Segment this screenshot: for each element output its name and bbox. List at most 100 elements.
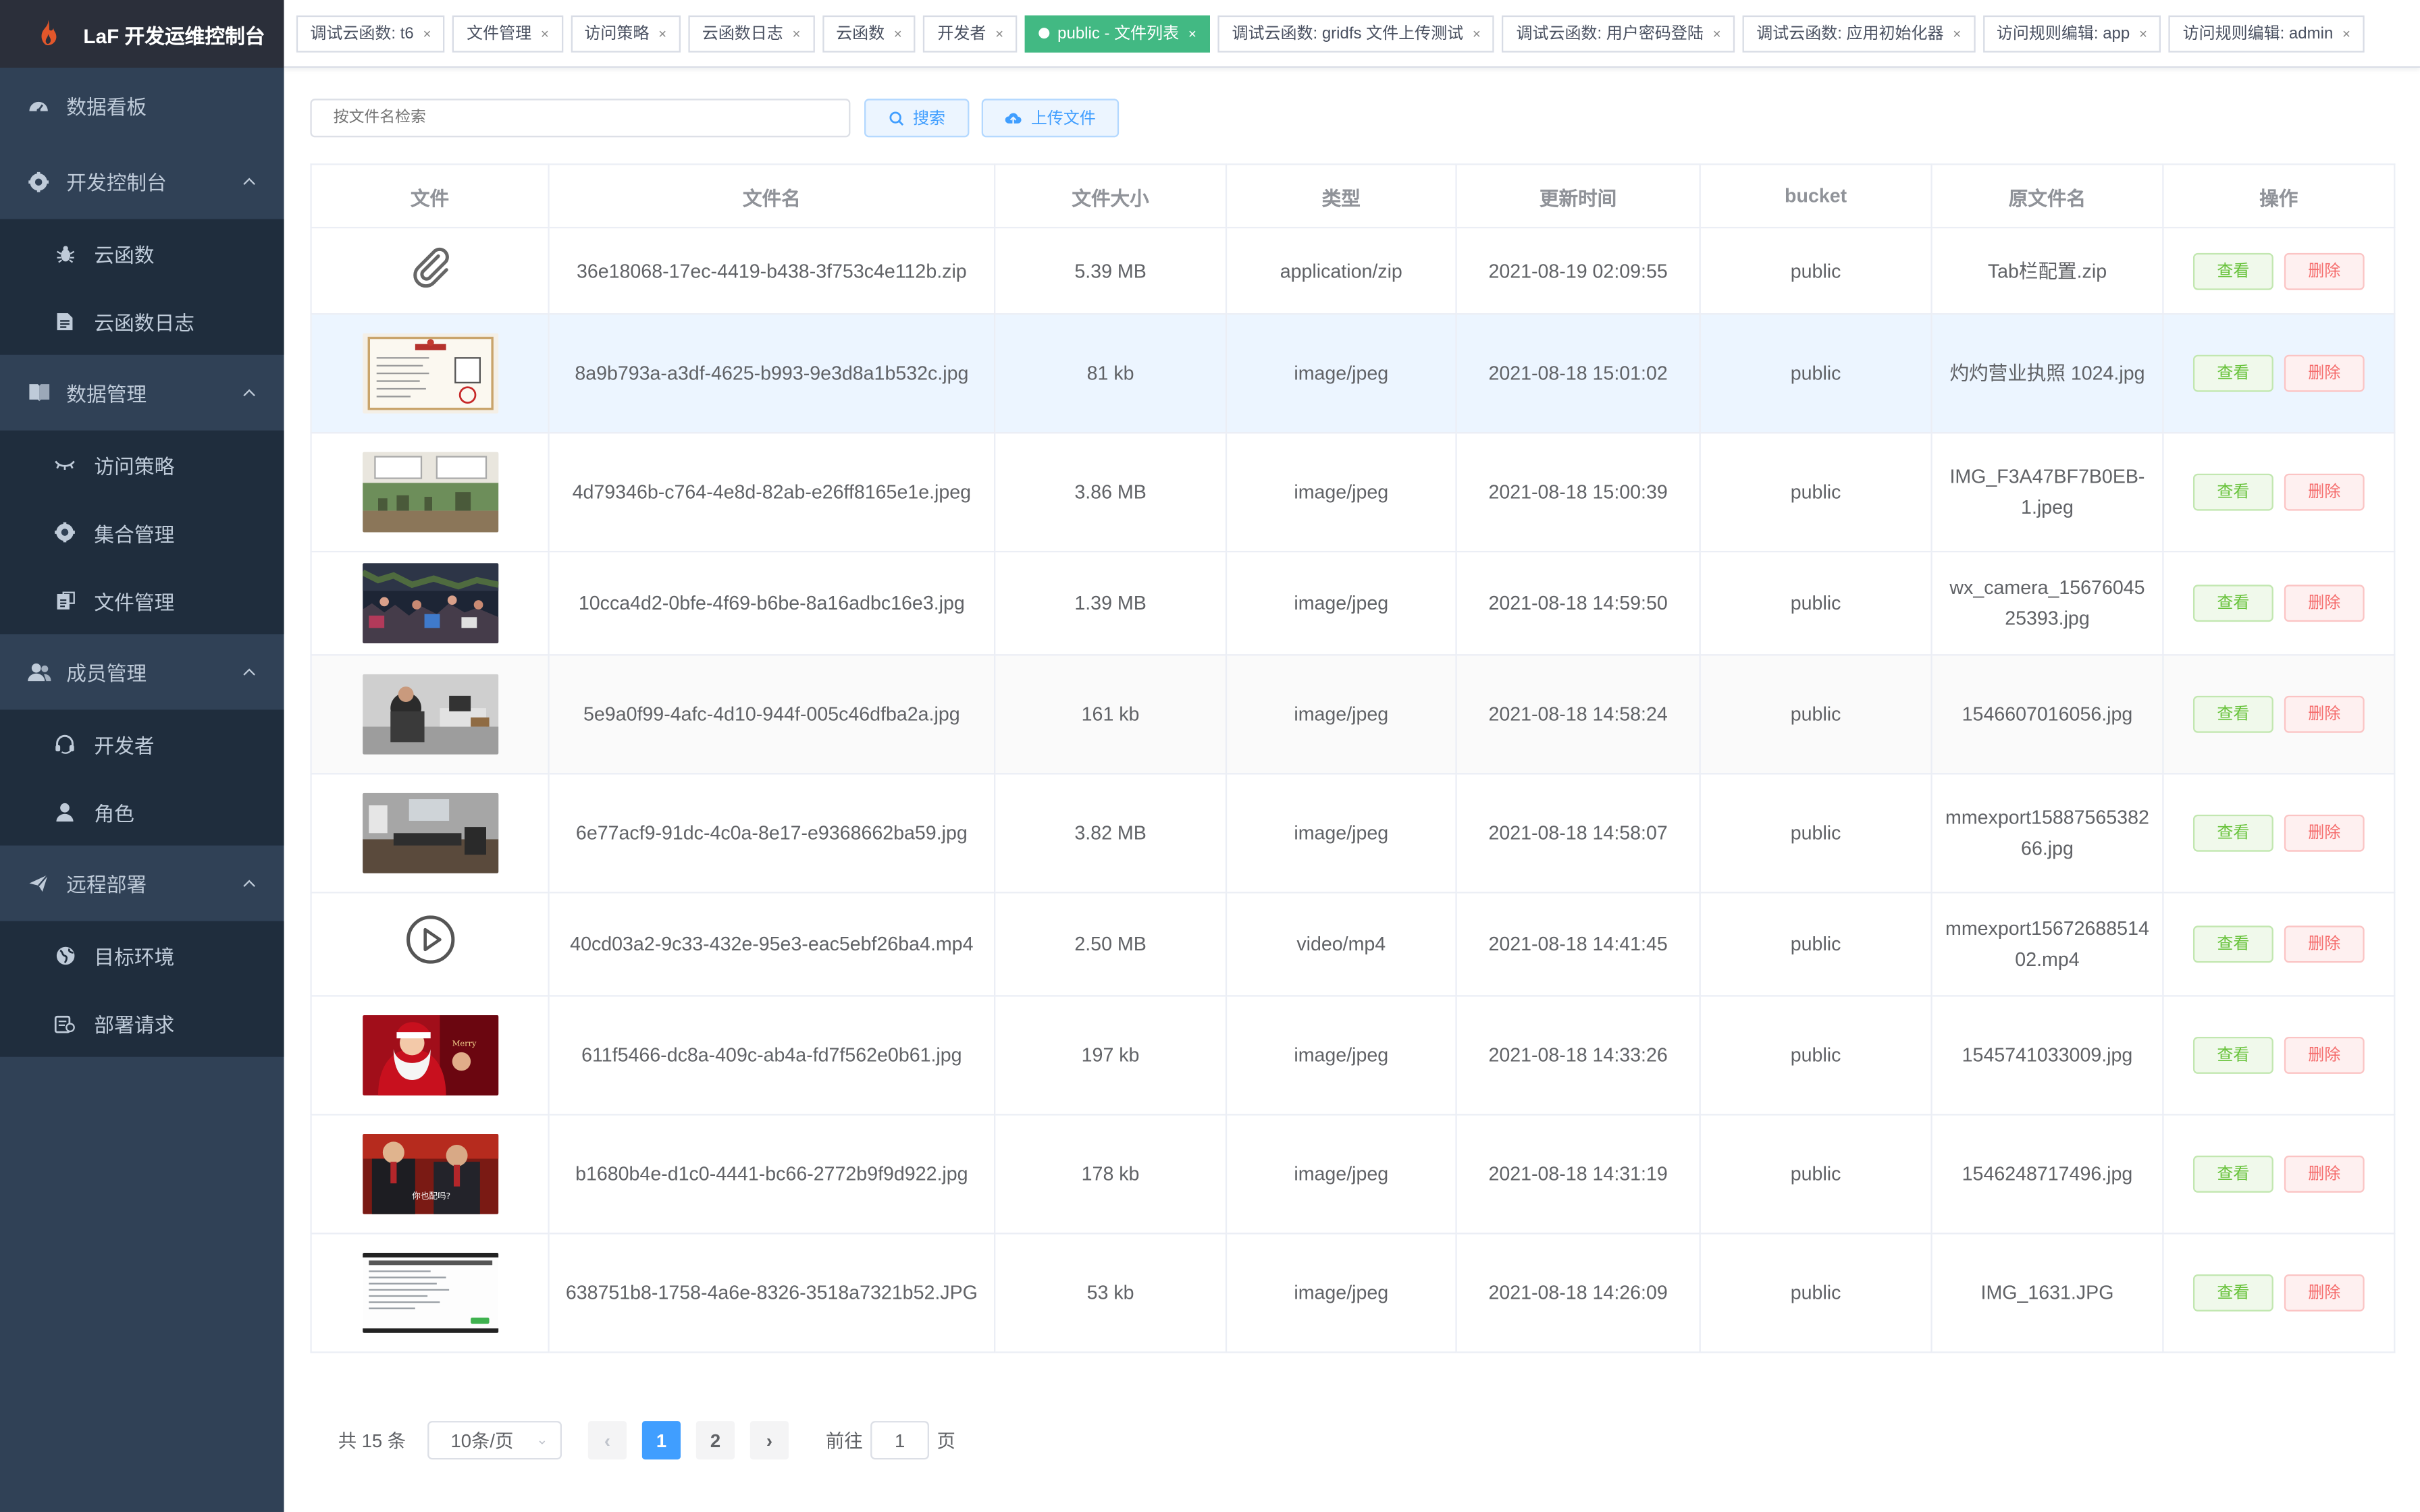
close-icon[interactable]: × [541, 15, 549, 52]
original-name-cell: IMG_F3A47BF7B0EB-1.jpeg [1930, 431, 2164, 553]
close-icon[interactable]: × [894, 15, 902, 52]
app-root: LaF 开发运维控制台 数据看板开发控制台 云函数 云函数日志数据管理访问策略 集合管… [0, 0, 2420, 1512]
submenu-item-3-0[interactable]: 开发者 [0, 709, 284, 778]
image-thumbnail[interactable] [318, 563, 542, 644]
tab-5[interactable]: 开发者 × [923, 14, 1018, 52]
image-thumbnail[interactable] [318, 792, 542, 873]
file-preview-cell [310, 431, 550, 553]
close-icon[interactable]: × [2342, 15, 2350, 52]
delete-button[interactable]: 删除 [2284, 1155, 2365, 1193]
close-icon[interactable]: × [1713, 15, 1721, 52]
delete-button[interactable]: 删除 [2284, 252, 2365, 290]
original-name-cell: 1545741033009.jpg [1930, 995, 2164, 1116]
view-button[interactable]: 查看 [2192, 354, 2273, 392]
tab-label: public - 文件列表 [1057, 24, 1180, 43]
tab-0[interactable]: 调试云函数: t6 × [296, 14, 446, 52]
image-thumbnail[interactable] [318, 333, 542, 414]
close-icon[interactable]: × [1473, 15, 1481, 52]
file-type-preview[interactable] [318, 242, 542, 300]
image-thumbnail[interactable]: Merry [318, 1015, 542, 1096]
tab-2[interactable]: 访问策略 × [570, 14, 681, 52]
tab-8[interactable]: 调试云函数: 用户密码登陆 × [1502, 14, 1735, 52]
close-icon[interactable]: × [423, 15, 431, 52]
search-button[interactable]: 搜索 [864, 99, 970, 138]
close-icon[interactable]: × [1953, 15, 1961, 52]
submenu-item-1-0[interactable]: 云函数 [0, 219, 284, 288]
view-button[interactable]: 查看 [2192, 695, 2273, 733]
image-thumbnail[interactable] [318, 674, 542, 755]
image-thumbnail[interactable]: 你也配吗? [318, 1133, 542, 1214]
close-icon[interactable]: × [658, 15, 666, 52]
thumbnail-image: Merry [361, 1015, 498, 1096]
globe-icon [54, 944, 76, 966]
users-icon [26, 659, 51, 684]
next-page-button[interactable]: › [749, 1421, 789, 1460]
submenu-item-4-1[interactable]: 部署请求 [0, 989, 284, 1057]
upload-file-button[interactable]: 上传文件 [981, 99, 1120, 138]
menu-item-label: 数据管理 [66, 382, 147, 406]
delete-button[interactable]: 删除 [2284, 354, 2365, 392]
goto-page-input[interactable] [870, 1421, 930, 1460]
view-button[interactable]: 查看 [2192, 1274, 2273, 1312]
view-button[interactable]: 查看 [2192, 252, 2273, 290]
delete-button[interactable]: 删除 [2284, 695, 2365, 733]
menu-item-0[interactable]: 数据看板 [0, 68, 284, 144]
submenu-item-2-2[interactable]: 文件管理 [0, 566, 284, 634]
close-icon[interactable]: × [792, 15, 800, 52]
tab-1[interactable]: 文件管理 × [452, 14, 563, 52]
close-icon[interactable]: × [995, 15, 1003, 52]
delete-button[interactable]: 删除 [2284, 1274, 2365, 1312]
menu-item-4[interactable]: 远程部署 [0, 846, 284, 921]
submenu-item-1-1[interactable]: 云函数日志 [0, 287, 284, 355]
original-name-cell: 1546607016056.jpg [1930, 654, 2164, 775]
filesize-cell: 197 kb [993, 995, 1228, 1116]
prev-page-button[interactable]: ‹ [587, 1421, 627, 1460]
tab-10[interactable]: 访问规则编辑: app × [1982, 14, 2161, 52]
upload-button-label: 上传文件 [1030, 109, 1096, 128]
tab-7[interactable]: 调试云函数: gridfs 文件上传测试 × [1217, 14, 1495, 52]
tab-9[interactable]: 调试云函数: 应用初始化器 × [1742, 14, 1975, 52]
delete-button[interactable]: 删除 [2284, 585, 2365, 622]
view-button[interactable]: 查看 [2192, 585, 2273, 622]
tab-6[interactable]: public - 文件列表 × [1025, 14, 1211, 52]
view-button[interactable]: 查看 [2192, 814, 2273, 852]
menu-item-label: 数据看板 [66, 95, 147, 119]
page-2-button[interactable]: 2 [695, 1421, 735, 1460]
page-1-button[interactable]: 1 [641, 1421, 681, 1460]
delete-button[interactable]: 删除 [2284, 1036, 2365, 1074]
cloud-upload-icon [1005, 111, 1022, 126]
submenu: 云函数 云函数日志 [0, 219, 284, 355]
tab-4[interactable]: 云函数 × [822, 14, 916, 52]
view-button[interactable]: 查看 [2192, 1155, 2273, 1193]
close-icon[interactable]: × [1188, 15, 1196, 52]
submenu-item-2-0[interactable]: 访问策略 [0, 431, 284, 499]
delete-button[interactable]: 删除 [2284, 473, 2365, 511]
close-icon[interactable]: × [2139, 15, 2147, 52]
request-icon [54, 1012, 76, 1033]
tab-3[interactable]: 云函数日志 × [688, 14, 815, 52]
menu-item-2[interactable]: 数据管理 [0, 355, 284, 431]
view-button[interactable]: 查看 [2192, 1036, 2273, 1074]
submenu-item-3-1[interactable]: 角色 [0, 778, 284, 846]
page-size-select[interactable]: 10条/页 ⌄ [427, 1421, 562, 1460]
file-type-preview[interactable] [318, 913, 542, 975]
submenu-item-4-0[interactable]: 目标环境 [0, 921, 284, 990]
pagination: 共 15 条 10条/页 ⌄ ‹ 12 › 前往 页 [338, 1421, 955, 1460]
menu-item-3[interactable]: 成员管理 [0, 634, 284, 709]
table-row: 36e18068-17ec-4419-b438-3f753c4e112b.zip… [310, 226, 2396, 315]
view-button[interactable]: 查看 [2192, 925, 2273, 963]
table-row: 8a9b793a-a3df-4625-b993-9e3d8a1b532c.jpg… [310, 313, 2396, 434]
brand[interactable]: LaF 开发运维控制台 [0, 0, 284, 68]
filename-search-input[interactable] [310, 99, 851, 138]
original-name-cell: 1546248717496.jpg [1930, 1114, 2164, 1235]
tab-11[interactable]: 访问规则编辑: admin × [2169, 14, 2365, 52]
submenu: 开发者 角色 [0, 709, 284, 846]
image-thumbnail[interactable] [318, 1252, 542, 1333]
type-cell: image/jpeg [1225, 773, 1457, 894]
image-thumbnail[interactable] [318, 452, 542, 533]
menu-item-1[interactable]: 开发控制台 [0, 144, 284, 219]
delete-button[interactable]: 删除 [2284, 925, 2365, 963]
submenu-item-2-1[interactable]: 集合管理 [0, 498, 284, 566]
view-button[interactable]: 查看 [2192, 473, 2273, 511]
delete-button[interactable]: 删除 [2284, 814, 2365, 852]
